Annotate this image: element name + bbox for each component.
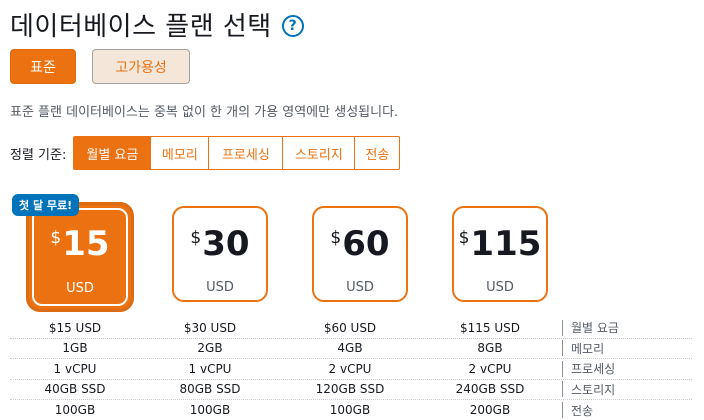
sort-option-processing[interactable]: 프로세싱 [209, 136, 284, 170]
spec-row-monthly-price: $15 USD $30 USD $60 USD $115 USD 월별 요금 [10, 318, 692, 339]
sort-option-monthly-price[interactable]: 월별 요금 [73, 136, 152, 170]
sort-label: 정렬 기준: [10, 147, 67, 163]
spec-cell: $15 USD [48, 320, 102, 335]
spec-cell: $115 USD [460, 320, 520, 335]
spec-cell: $30 USD [183, 320, 237, 335]
plan-price: $ 30 [190, 225, 249, 263]
sort-controls: 정렬 기준: 월별 요금 메모리 프로세싱 스토리지 전송 [10, 136, 401, 170]
spec-cell: 1 vCPU [188, 361, 232, 376]
plan-card-30[interactable]: $ 30 USD [172, 206, 268, 302]
spec-cell: 200GB [469, 403, 511, 418]
spec-cell: 100GB [189, 403, 231, 418]
spec-cell: 1 vCPU [53, 361, 97, 376]
plan-card-115[interactable]: $ 115 USD [452, 206, 548, 302]
currency-symbol: $ [458, 228, 470, 248]
spec-row-storage: 40GB SSD 80GB SSD 120GB SSD 240GB SSD 스토… [10, 380, 692, 400]
tier-standard-button[interactable]: 표준 [10, 49, 76, 84]
spec-cell: 80GB SSD [179, 382, 241, 397]
spec-label: 스토리지 [571, 382, 616, 397]
selected-outline [32, 208, 128, 306]
tier-high-availability-button[interactable]: 고가용성 [92, 49, 190, 84]
sort-option-memory[interactable]: 메모리 [151, 136, 210, 170]
page-title: 데이터베이스 플랜 선택 [10, 12, 272, 42]
spec-row-transfer: 100GB 100GB 100GB 200GB 전송 [10, 400, 692, 420]
plan-card-15[interactable]: $ 15 USD [26, 202, 134, 312]
spec-cell: 100GB [329, 403, 371, 418]
currency-label: USD [486, 280, 514, 295]
plan-price: $ 115 [459, 225, 542, 263]
spec-row-processing: 1 vCPU 1 vCPU 2 vCPU 2 vCPU 프로세싱 [10, 359, 692, 380]
spec-table: $15 USD $30 USD $60 USD $115 USD 월별 요금 1… [10, 318, 692, 420]
currency-symbol: $ [190, 228, 202, 248]
spec-row-memory: 1GB 2GB 4GB 8GB 메모리 [10, 339, 692, 359]
free-month-badge: 첫 달 무료! [12, 194, 80, 216]
spec-cell: 100GB [54, 403, 96, 418]
currency-label: USD [206, 280, 234, 295]
help-icon[interactable]: ? [281, 14, 304, 37]
spec-cell: 1GB [62, 341, 88, 356]
plan-description: 표준 플랜 데이터베이스는 중복 없이 한 개의 가용 영역에만 생성됩니다. [10, 105, 399, 120]
spec-cell: $60 USD [323, 320, 377, 335]
spec-label: 메모리 [571, 341, 605, 356]
spec-cell: 240GB SSD [455, 382, 525, 397]
spec-cell: 4GB [337, 341, 363, 356]
plan-card-60[interactable]: $ 60 USD [312, 206, 408, 302]
spec-label: 프로세싱 [571, 362, 616, 377]
currency-label: USD [346, 280, 374, 295]
price-amount: 60 [342, 224, 390, 264]
currency-symbol: $ [330, 228, 342, 248]
spec-cell: 2GB [197, 341, 223, 356]
spec-label: 월별 요금 [571, 321, 619, 336]
sort-segmented-control: 월별 요금 메모리 프로세싱 스토리지 전송 [73, 136, 401, 170]
page-header: 데이터베이스 플랜 선택 ? [10, 6, 304, 43]
spec-label: 전송 [571, 403, 594, 418]
spec-cell: 40GB SSD [44, 382, 106, 397]
sort-option-storage[interactable]: 스토리지 [283, 136, 356, 170]
spec-cell: 2 vCPU [468, 361, 512, 376]
price-amount: 30 [202, 224, 250, 264]
spec-cell: 8GB [477, 341, 503, 356]
spec-cell: 2 vCPU [328, 361, 372, 376]
spec-cell: 120GB SSD [315, 382, 385, 397]
price-amount: 115 [470, 224, 542, 264]
sort-option-transfer[interactable]: 전송 [355, 136, 401, 170]
plan-price: $ 60 [330, 225, 389, 263]
tier-toggle: 표준 고가용성 [10, 49, 190, 84]
